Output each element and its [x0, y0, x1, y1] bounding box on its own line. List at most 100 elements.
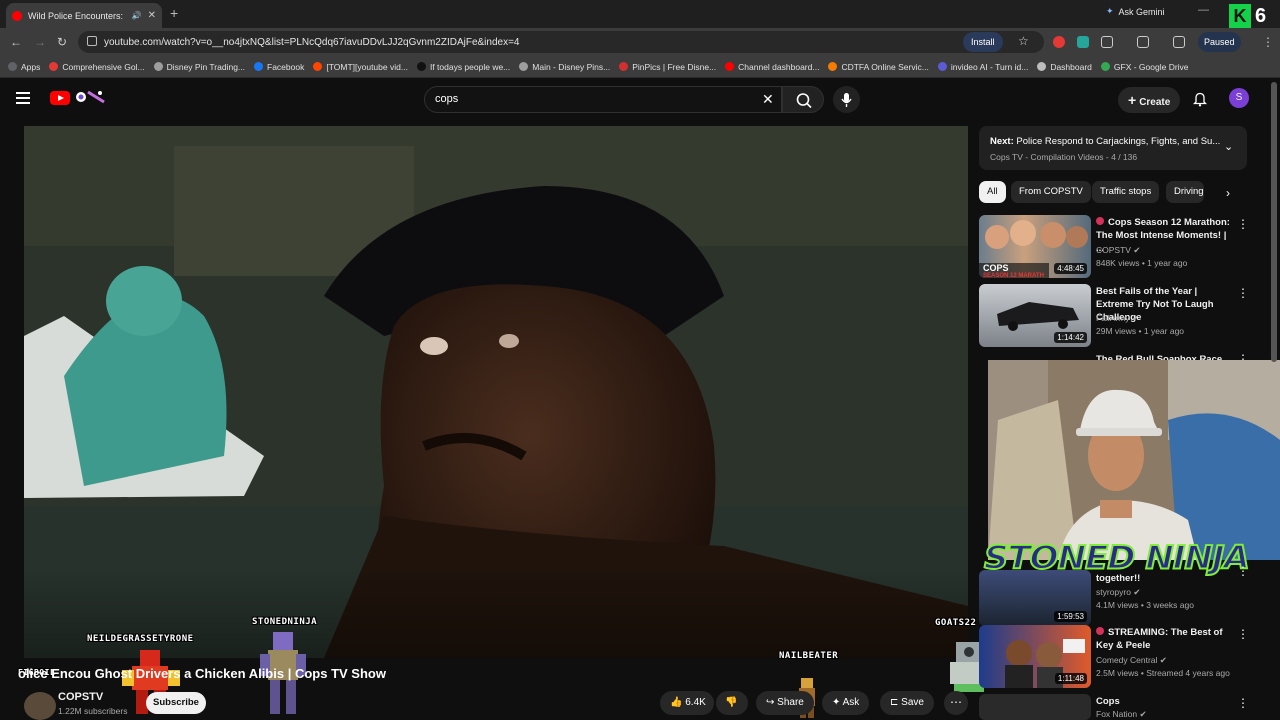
- close-tab-icon[interactable]: ✕: [148, 10, 156, 21]
- bookmark-star-icon[interactable]: ☆: [1018, 34, 1029, 48]
- thumbs-down-icon: 👎: [725, 697, 738, 708]
- bookmark-favicon-icon: [49, 62, 59, 71]
- rec-thumbnail[interactable]: 1:59:53: [979, 570, 1091, 626]
- reload-icon[interactable]: ↻: [57, 35, 67, 49]
- bookmark-item[interactable]: Main - Disney Pins...: [519, 62, 610, 72]
- playlist-next-box[interactable]: Next: Police Respond to Carjackings, Fig…: [979, 126, 1247, 170]
- minimize-icon[interactable]: —: [1198, 4, 1209, 16]
- like-count: 6.4K: [685, 697, 706, 708]
- media-controls-icon[interactable]: [1173, 36, 1185, 48]
- extensions-puzzle-icon[interactable]: [1101, 36, 1113, 48]
- user-avatar[interactable]: S: [1229, 88, 1249, 108]
- bookmark-item[interactable]: GFX - Google Drive: [1100, 62, 1189, 72]
- chevron-down-icon[interactable]: ⌄: [1224, 140, 1233, 153]
- clear-search-icon[interactable]: ✕: [762, 91, 774, 108]
- bookmark-item[interactable]: Disney Pin Trading...: [153, 62, 245, 72]
- back-icon[interactable]: ←: [10, 35, 22, 49]
- profile-paused-button[interactable]: Paused: [1198, 32, 1241, 52]
- bookmark-item[interactable]: If todays people we...: [416, 62, 510, 72]
- chip-driving[interactable]: Driving: [1166, 181, 1204, 203]
- bookmark-item[interactable]: Apps: [8, 62, 40, 72]
- forward-icon[interactable]: →: [34, 35, 46, 49]
- rec-video-1[interactable]: COPS SEASON 12 MARATH 4:48:45 Cops Seaso…: [979, 215, 1249, 279]
- youtube-logo-icon[interactable]: [50, 91, 70, 105]
- rec-thumbnail[interactable]: 1:14:42: [979, 284, 1091, 347]
- bookmark-item[interactable]: Facebook: [254, 62, 304, 72]
- url-field[interactable]: youtube.com/watch?v=o__no4jtxNQ&list=PLN…: [78, 31, 1044, 53]
- search-input[interactable]: cops: [424, 86, 782, 113]
- browser-tab[interactable]: Wild Police Encounters: Gh 🔊 ✕: [6, 3, 162, 28]
- install-app-button[interactable]: Install: [963, 32, 1003, 52]
- next-prefix: Next:: [990, 136, 1014, 147]
- save-button[interactable]: ⊏ Save: [880, 691, 934, 715]
- bookmark-favicon-icon: [1037, 62, 1047, 71]
- paused-label: Paused: [1204, 37, 1235, 47]
- bookmark-item[interactable]: Channel dashboard...: [725, 62, 819, 72]
- page-scrollbar[interactable]: [1271, 82, 1277, 362]
- rec-kebab-icon[interactable]: ⋮: [1237, 217, 1249, 231]
- rec-kebab-icon[interactable]: ⋮: [1237, 286, 1249, 300]
- search-button[interactable]: [782, 86, 824, 113]
- rec-video-6[interactable]: Cops Fox Nation ✔ ⋮: [979, 694, 1249, 720]
- more-actions-button[interactable]: ⋯: [944, 691, 968, 715]
- browser-menu-icon[interactable]: ⋮: [1262, 35, 1274, 49]
- rec-kebab-icon[interactable]: ⋮: [1237, 696, 1249, 710]
- share-button[interactable]: ↪ Share: [756, 691, 814, 715]
- like-button[interactable]: 👍 6.4K: [660, 691, 714, 715]
- rec-kebab-icon[interactable]: ⋮: [1237, 627, 1249, 641]
- bookmark-favicon-icon: [725, 62, 735, 71]
- extension-teal-icon[interactable]: [1077, 36, 1089, 48]
- rec-video-5[interactable]: 1:11:48 STREAMING: The Best of Key & Pee…: [979, 625, 1249, 689]
- rec-duration: 4:48:45: [1054, 263, 1087, 274]
- dislike-button[interactable]: 👎: [716, 691, 748, 715]
- rec-video-4[interactable]: 1:59:53 together!! styropyro ✔ 4.1M view…: [979, 562, 1249, 626]
- rec-thumbnail[interactable]: [979, 694, 1091, 720]
- rec-channel: Comedy Central ✔: [1096, 655, 1167, 666]
- site-info-icon[interactable]: [87, 36, 97, 46]
- bookmark-item[interactable]: invideo AI - Turn id...: [937, 62, 1028, 72]
- ask-button[interactable]: ✦ Ask: [822, 691, 870, 715]
- create-button[interactable]: + Create: [1118, 87, 1181, 113]
- share-label: Share: [777, 697, 804, 708]
- youtube-favicon-icon: [12, 10, 22, 21]
- voice-search-button[interactable]: [833, 86, 860, 113]
- video-title: olice Encou Ghost Drivers a Chicken Alib…: [18, 666, 386, 681]
- chip-all[interactable]: All: [979, 181, 1006, 203]
- channel-avatar[interactable]: [24, 692, 56, 720]
- ask-gemini-button[interactable]: ✦ Ask Gemini: [1106, 6, 1165, 17]
- youtube-doodle-icon[interactable]: [74, 88, 108, 106]
- rec-kebab-icon[interactable]: ⋮: [1237, 564, 1249, 578]
- bookmark-item[interactable]: Dashboard: [1037, 62, 1092, 72]
- rec-thumbnail[interactable]: COPS SEASON 12 MARATH 4:48:45: [979, 215, 1091, 278]
- bookmark-favicon-icon: [828, 62, 838, 71]
- rec-channel-text: COPSTV: [1096, 245, 1131, 255]
- notifications-bell-icon[interactable]: [1193, 91, 1207, 107]
- hamburger-menu-icon[interactable]: [16, 92, 30, 104]
- bookmark-label: Main - Disney Pins...: [532, 61, 611, 72]
- live-dot-icon: [1096, 217, 1104, 225]
- bookmark-item[interactable]: [TOMT][youtube vid...: [313, 62, 408, 72]
- cast-icon[interactable]: [1137, 36, 1149, 48]
- bookmark-item[interactable]: CDTFA Online Servic...: [828, 62, 929, 72]
- bookmark-item[interactable]: PinPics | Free Disne...: [619, 62, 716, 72]
- kick-k-icon: K: [1229, 4, 1251, 28]
- video-bottom-gradient: [24, 568, 968, 658]
- chip-traffic-stops[interactable]: Traffic stops: [1092, 181, 1160, 203]
- bookmark-item[interactable]: Comprehensive Gol...: [49, 62, 145, 72]
- rec-video-2[interactable]: 1:14:42 Best Fails of the Year | Extreme…: [979, 284, 1249, 348]
- sprite-name-4: GOATS22: [935, 618, 977, 628]
- subscribe-button[interactable]: Subscribe: [146, 692, 206, 714]
- video-player[interactable]: [24, 126, 968, 658]
- chevron-right-icon[interactable]: ›: [1226, 186, 1230, 200]
- extension-red-icon[interactable]: [1053, 36, 1065, 48]
- rec-channel: Fox Nation ✔: [1096, 709, 1147, 720]
- bookmark-favicon-icon: [254, 62, 264, 71]
- rec-thumbnail[interactable]: 1:11:48: [979, 625, 1091, 688]
- speaker-icon[interactable]: 🔊: [132, 11, 142, 20]
- channel-name[interactable]: COPSTV: [58, 691, 103, 703]
- chip-from-copstv[interactable]: From COPSTV: [1011, 181, 1091, 203]
- new-tab-button[interactable]: +: [170, 5, 178, 21]
- subscriber-count: 1.22M subscribers: [58, 706, 128, 716]
- filter-chips: All From COPSTV Traffic stops Driving: [979, 181, 1249, 203]
- bookmark-label: Facebook: [267, 61, 305, 72]
